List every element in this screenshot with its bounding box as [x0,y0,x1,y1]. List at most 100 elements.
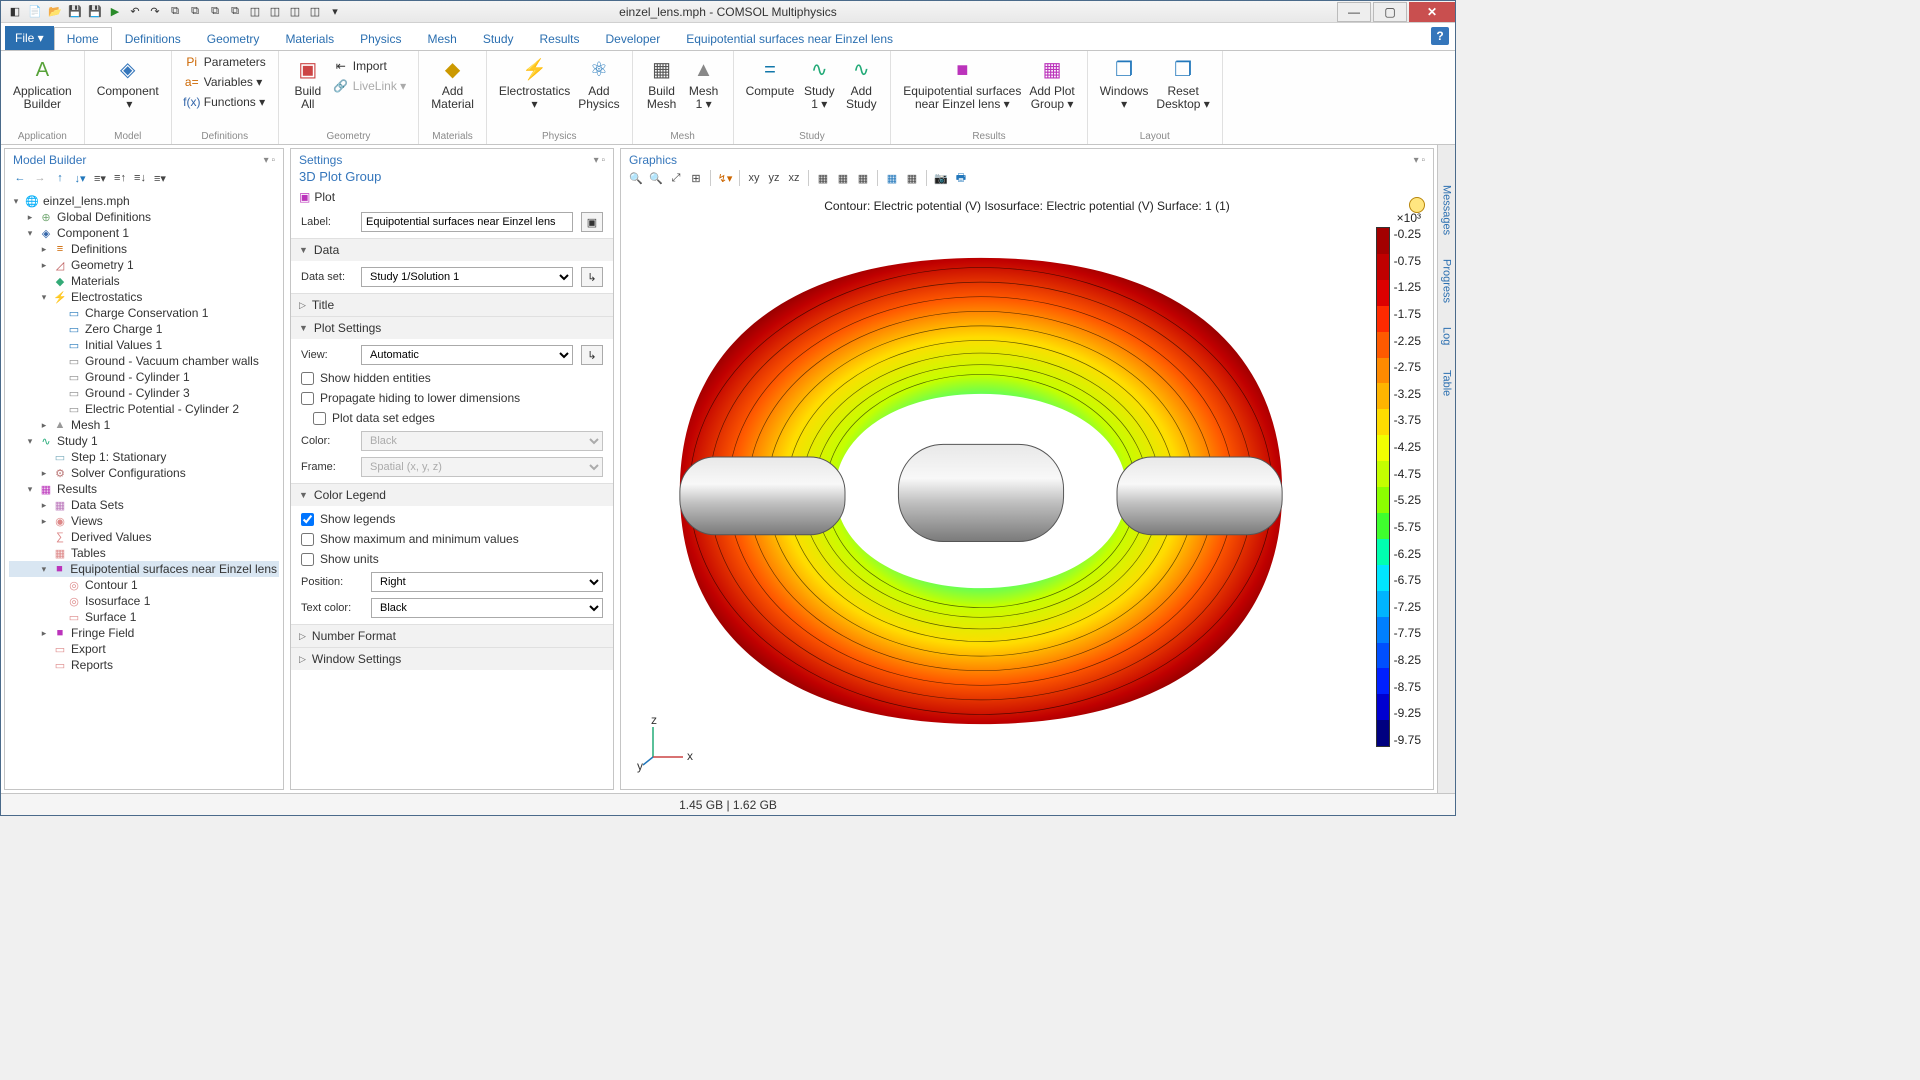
tab-geometry[interactable]: Geometry [194,27,273,50]
tree-item[interactable]: ▾🌐einzel_lens.mph [9,193,279,209]
tab-results[interactable]: Results [527,27,593,50]
model-tree[interactable]: ▾🌐einzel_lens.mph▸⊕Global Definitions▾◈C… [5,191,283,789]
mb-back-icon[interactable]: ← [11,169,29,187]
zoom-out-icon[interactable]: 🔍 [647,169,665,187]
plot-edges-checkbox[interactable] [313,412,326,425]
tree-item[interactable]: ▾◈Component 1 [9,225,279,241]
dataset-select[interactable]: Study 1/Solution 1 [361,267,573,287]
tree-item[interactable]: ▭Electric Potential - Cylinder 2 [9,401,279,417]
position-select[interactable]: Right [371,572,603,592]
xz-icon[interactable]: xz [785,169,803,187]
zoom-ext-icon[interactable]: ⤢ [667,169,685,187]
add-plot-group-button[interactable]: ▦Add Plot Group ▾ [1025,53,1078,111]
windows-button[interactable]: ❐Windows ▾ [1096,53,1153,111]
section-color-legend-header[interactable]: ▼Color Legend [291,484,613,506]
study1-button[interactable]: ∿Study 1 ▾ [798,53,840,111]
show-units-checkbox[interactable] [301,553,314,566]
tree-item[interactable]: ▸◉Views [9,513,279,529]
qat-b4-icon[interactable]: ◫ [307,4,323,20]
window-maximize-button[interactable]: ▢ [1373,2,1407,22]
tree-item[interactable]: ▭Charge Conservation 1 [9,305,279,321]
sel-icon[interactable]: ▦ [834,169,852,187]
wire-icon[interactable]: ▦ [903,169,921,187]
mb-coll-icon[interactable]: ≡▾ [91,169,109,187]
tree-item[interactable]: ▾■Equipotential surfaces near Einzel len… [9,561,279,577]
tab-mesh[interactable]: Mesh [414,27,469,50]
graphics-canvas[interactable]: Contour: Electric potential (V) Isosurfa… [621,191,1433,789]
section-title-header[interactable]: ▷Title [291,294,613,316]
import-button[interactable]: ⇤Import [329,57,410,75]
qat-run-icon[interactable]: ▶ [107,4,123,20]
qat-del-icon[interactable]: ⧉ [227,4,243,20]
tree-item[interactable]: ▭Ground - Cylinder 1 [9,369,279,385]
side-tab-table[interactable]: Table [1441,370,1453,396]
tree-item[interactable]: ▸▦Data Sets [9,497,279,513]
label-input[interactable] [361,212,573,232]
functions-button[interactable]: f(x)Functions ▾ [180,93,270,111]
mb-more-icon[interactable]: ≡▾ [151,169,169,187]
plot-button[interactable]: ▣Plot [291,188,613,206]
qat-undo-icon[interactable]: ↶ [127,4,143,20]
section-data-header[interactable]: ▼Data [291,239,613,261]
tree-item[interactable]: ◎Contour 1 [9,577,279,593]
tree-item[interactable]: ▾▦Results [9,481,279,497]
section-number-format-header[interactable]: ▷Number Format [291,625,613,647]
section-window-settings-header[interactable]: ▷Window Settings [291,648,613,670]
component-button[interactable]: ◈Component ▾ [93,53,163,111]
xy-icon[interactable]: xy [745,169,763,187]
qat-copy-icon[interactable]: ⧉ [167,4,183,20]
show-hidden-checkbox[interactable] [301,372,314,385]
livelink-button[interactable]: 🔗LiveLink ▾ [329,77,410,95]
qat-redo-icon[interactable]: ↷ [147,4,163,20]
tree-item[interactable]: ∑Derived Values [9,529,279,545]
window-minimize-button[interactable]: — [1337,2,1371,22]
tree-item[interactable]: ▭Ground - Cylinder 3 [9,385,279,401]
side-tab-log[interactable]: Log [1441,327,1453,345]
view-goto-button[interactable]: ↳ [581,345,603,365]
tab-materials[interactable]: Materials [272,27,347,50]
tree-item[interactable]: ▾∿Study 1 [9,433,279,449]
yz-icon[interactable]: yz [765,169,783,187]
tree-item[interactable]: ▸■Fringe Field [9,625,279,641]
qat-save-icon[interactable]: 💾 [67,4,83,20]
qat-dup-icon[interactable]: ⧉ [207,4,223,20]
tree-item[interactable]: ▭Export [9,641,279,657]
side-tab-progress[interactable]: Progress [1441,259,1453,303]
print-icon[interactable]: 🖶 [952,169,970,187]
tree-item[interactable]: ▾⚡Electrostatics [9,289,279,305]
add-material-button[interactable]: ◆Add Material [427,53,478,111]
panel-menu-icon[interactable]: ▾ ▫ [1414,155,1425,166]
side-tab-messages[interactable]: Messages [1441,185,1453,235]
qat-b3-icon[interactable]: ◫ [287,4,303,20]
panel-menu-icon[interactable]: ▾ ▫ [264,155,275,166]
qat-b1-icon[interactable]: ◫ [247,4,263,20]
tree-item[interactable]: ▸⊕Global Definitions [9,209,279,225]
show-minmax-checkbox[interactable] [301,533,314,546]
snapshot-icon[interactable]: 📷 [932,169,950,187]
tree-item[interactable]: ▭Initial Values 1 [9,337,279,353]
grid-icon[interactable]: ▦ [814,169,832,187]
orbit-icon[interactable]: ↯▾ [716,169,734,187]
mb-exp-icon[interactable]: ≡↑ [111,169,129,187]
textcolor-select[interactable]: Black [371,598,603,618]
section-plot-settings-header[interactable]: ▼Plot Settings [291,317,613,339]
tab-plot-group[interactable]: Equipotential surfaces near Einzel lens [673,27,906,50]
tree-item[interactable]: ▭Step 1: Stationary [9,449,279,465]
plot-group-button[interactable]: ■Equipotential surfaces near Einzel lens… [899,53,1025,111]
tree-item[interactable]: ▭Ground - Vacuum chamber walls [9,353,279,369]
compute-button[interactable]: =Compute [742,53,799,111]
qat-more-icon[interactable]: ▾ [327,4,343,20]
electrostatics-button[interactable]: ⚡Electrostatics ▾ [495,53,574,111]
qat-paste-icon[interactable]: ⧉ [187,4,203,20]
tree-item[interactable]: ▸◿Geometry 1 [9,257,279,273]
tree-item[interactable]: ◆Materials [9,273,279,289]
tree-item[interactable]: ▸▲Mesh 1 [9,417,279,433]
tree-item[interactable]: ▭Surface 1 [9,609,279,625]
view-select[interactable]: Automatic [361,345,573,365]
qat-saveall-icon[interactable]: 💾 [87,4,103,20]
file-menu-button[interactable]: File ▾ [5,26,54,50]
tree-item[interactable]: ▸⚙Solver Configurations [9,465,279,481]
tree-item[interactable]: ▭Zero Charge 1 [9,321,279,337]
zoom-box-icon[interactable]: ⊞ [687,169,705,187]
qat-open-icon[interactable]: 📂 [47,4,63,20]
